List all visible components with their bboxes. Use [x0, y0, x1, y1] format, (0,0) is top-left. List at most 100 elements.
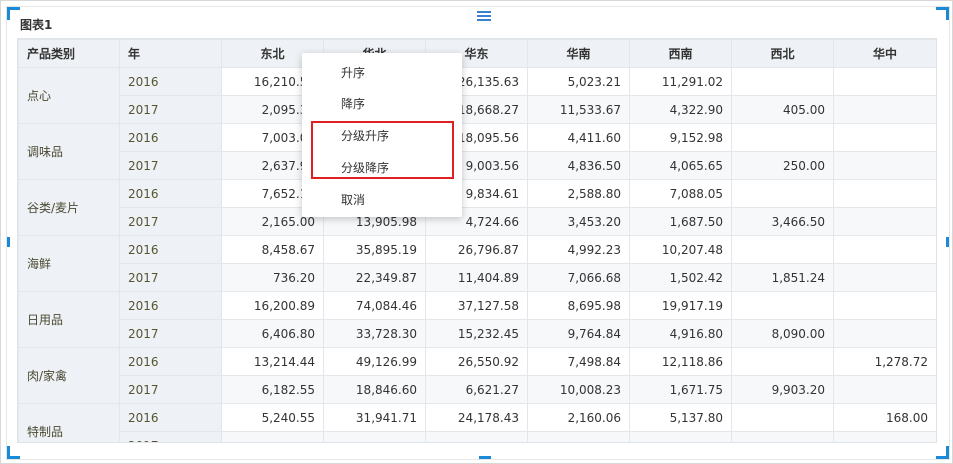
table-cell — [731, 179, 834, 208]
pivot-table: 产品类别年东北华北华东华南西南西北华中 点心201616,210.5926,13… — [17, 38, 937, 443]
table-cell: 405.00 — [731, 95, 834, 124]
row-header-year: 2016 — [119, 403, 222, 432]
menu-item-ascending[interactable]: 升序 — [302, 58, 462, 88]
table-cell — [833, 235, 936, 264]
column-header[interactable]: 西南 — [629, 39, 732, 68]
resize-handle-right[interactable] — [946, 237, 949, 247]
table-row: 点心 2016 16,210.59 26,135.63 5,023.21 11,291.0… — [18, 67, 936, 124]
table-cell: 11,533.67 — [527, 95, 630, 124]
table-cell — [323, 431, 426, 442]
table-cell: 2,588.80 — [527, 179, 630, 208]
table-cell — [833, 151, 936, 180]
table-cell: 9,764.84 — [527, 319, 630, 348]
column-header[interactable]: 产品类别 — [18, 39, 120, 68]
table-cell — [527, 431, 630, 442]
table-cell — [833, 207, 936, 236]
column-header[interactable]: 年 — [119, 39, 222, 68]
row-header-year: 2017 — [119, 95, 222, 124]
row-header-category: 特制品 — [18, 403, 120, 442]
table-cell: 37,127.58 — [425, 291, 528, 320]
table-cell: 7,088.05 — [629, 179, 732, 208]
table-cell: 4,992.23 — [527, 235, 630, 264]
table-cell: 4,322.90 — [629, 95, 732, 124]
table-cell — [425, 431, 528, 442]
row-header-category: 肉/家禽 — [18, 347, 120, 404]
table-cell: 9,152.98 — [629, 123, 732, 152]
row-header-year: 2016 — [119, 347, 222, 376]
table-cell: 5,240.55 — [221, 403, 324, 432]
table-cell: 4,836.50 — [527, 151, 630, 180]
table-header-row: 产品类别年东北华北华东华南西南西北华中 — [18, 39, 936, 68]
table-cell — [833, 123, 936, 152]
row-header-year: 2016 — [119, 67, 222, 96]
table-cell — [731, 291, 834, 320]
resize-handle-bottom-right[interactable] — [936, 446, 949, 459]
column-header[interactable]: 华中 — [833, 39, 936, 68]
table-row: 2017 6,182.55 18,846.60 6,621.27 10,008.23 1,… — [19, 375, 936, 404]
table-row: 海鲜 2016 8,458.67 35,895.19 26,796.87 4,992.23… — [18, 235, 936, 292]
table-cell: 24,178.43 — [425, 403, 528, 432]
table-cell — [731, 235, 834, 264]
table-cell: 16,200.89 — [221, 291, 324, 320]
table-cell: 4,411.60 — [527, 123, 630, 152]
row-header-year: 2016 — [119, 179, 222, 208]
table-cell: 49,126.99 — [323, 347, 426, 376]
table-row: 肉/家禽 2016 13,214.44 49,126.99 26,550.92 7,498… — [18, 347, 936, 404]
table-cell — [833, 375, 936, 404]
drag-handle-icon[interactable] — [477, 11, 491, 21]
row-header-category: 海鲜 — [18, 235, 120, 292]
table-row: 2017 2,165.00 13,905.98 4,724.66 3,453.20 1,6… — [19, 207, 936, 236]
table-cell — [731, 403, 834, 432]
table-cell: 4,916.80 — [629, 319, 732, 348]
table-cell — [731, 431, 834, 442]
table-row: 日用品 2016 16,200.89 74,084.46 37,127.58 8,695.… — [18, 291, 936, 348]
table-row: 谷类/麦片 2016 7,652.10 9,834.61 2,588.80 7,088.0… — [18, 179, 936, 236]
chart-title: 图表1 — [20, 18, 53, 32]
table-cell: 6,621.27 — [425, 375, 528, 404]
table-cell: 33,728.30 — [323, 319, 426, 348]
table-cell: 11,291.02 — [629, 67, 732, 96]
table-cell: 3,453.20 — [527, 207, 630, 236]
table-cell: 15,232.45 — [425, 319, 528, 348]
menu-item-descending[interactable]: 降序 — [302, 89, 462, 119]
table-cell: 2,160.06 — [527, 403, 630, 432]
table-cell: 8,458.67 — [221, 235, 324, 264]
table-cell: 13,214.44 — [221, 347, 324, 376]
table-cell: 6,406.80 — [221, 319, 324, 348]
table-cell: 1,278.72 — [833, 347, 936, 376]
table-row: 2017 2,637.90 9,003.56 4,836.50 4,065.65 250.… — [19, 151, 936, 180]
row-header-category: 点心 — [18, 67, 120, 124]
table-cell: 11,404.89 — [425, 263, 528, 292]
column-header[interactable]: 华南 — [527, 39, 630, 68]
table-cell: 168.00 — [833, 403, 936, 432]
table-cell — [629, 431, 732, 442]
table-cell: 26,796.87 — [425, 235, 528, 264]
table-cell: 8,695.98 — [527, 291, 630, 320]
table-cell: 22,349.87 — [323, 263, 426, 292]
table-cell: 7,498.84 — [527, 347, 630, 376]
resize-handle-bottom[interactable] — [479, 456, 491, 459]
table-cell — [833, 319, 936, 348]
resize-handle-left[interactable] — [7, 237, 10, 247]
table-cell — [731, 347, 834, 376]
resize-handle-bottom-left[interactable] — [7, 446, 20, 459]
table-cell: 250.00 — [731, 151, 834, 180]
row-header-year: 2017 — [119, 263, 222, 292]
row-header-year: 2016 — [119, 123, 222, 152]
row-header-year: 2016 — [119, 235, 222, 264]
resize-handle-top-right[interactable] — [936, 7, 949, 20]
row-header-category: 调味品 — [18, 123, 120, 180]
annotation-highlight-box — [311, 121, 454, 179]
table-cell: 5,137.80 — [629, 403, 732, 432]
table-cell — [221, 431, 324, 442]
table-cell — [731, 123, 834, 152]
row-header-year: 2017 — [119, 375, 222, 404]
table-cell: 3,466.50 — [731, 207, 834, 236]
resize-handle-top-left[interactable] — [7, 7, 20, 20]
row-header-year: 2017 — [119, 151, 222, 180]
menu-item-cancel[interactable]: 取消 — [302, 185, 462, 215]
column-header[interactable]: 西北 — [731, 39, 834, 68]
table-cell: 8,090.00 — [731, 319, 834, 348]
table-cell: 1,671.75 — [629, 375, 732, 404]
row-header-year: 2017 — [119, 207, 222, 236]
